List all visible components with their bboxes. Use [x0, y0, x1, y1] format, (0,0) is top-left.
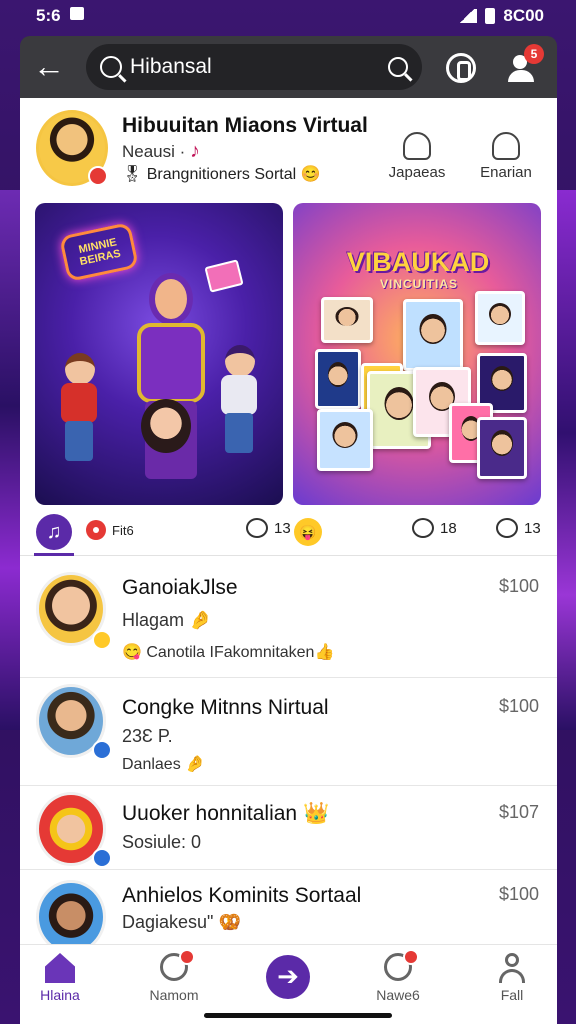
neon-sign: MINNIE BEIRAS [59, 222, 139, 282]
list-item[interactable]: Uuoker honnitalian 👑 Sosiule: 0 $107 [20, 786, 557, 870]
record-button[interactable]: Fit6 [86, 520, 134, 540]
user-icon [497, 953, 527, 983]
search-icon [100, 56, 122, 78]
create-button[interactable]: ➔ [266, 955, 310, 999]
notification-badge: 5 [524, 44, 544, 64]
battery-icon [485, 8, 496, 24]
profile-action-1[interactable]: Japaeas [382, 132, 452, 181]
profile-tagline: 🎖 Brangnitioners Sortal 😊 [122, 166, 321, 183]
arrow-right-icon: ➔ [277, 961, 299, 991]
photo-card [317, 409, 373, 471]
character-left [57, 353, 101, 463]
nav-badge [179, 949, 195, 965]
status-right: 8C00 [457, 6, 544, 26]
home-icon [45, 953, 75, 983]
list-item-title: GanoiakJlse [122, 576, 238, 599]
list-item-price: $107 [498, 802, 539, 822]
photo-card [475, 291, 525, 345]
nav-badge [403, 949, 419, 965]
list-item-title: Congke Mitnns Nirtual [122, 696, 329, 719]
character-right [217, 345, 261, 455]
status-time: 5:6 [36, 6, 61, 25]
list-item-price: $100 [498, 696, 539, 716]
bell-icon [403, 132, 431, 160]
search-value: Hibansal [130, 55, 212, 78]
bottom-nav: Hlaina Namom ➔ Nawe6 Fall [20, 944, 557, 1024]
status-right-text: 8C00 [503, 6, 544, 25]
poster-subtitle: VINCUITIAS [379, 277, 458, 291]
profile-name: Hibuuitan Miaons Virtual [122, 114, 368, 137]
comment-button[interactable]: 13 [496, 518, 541, 538]
music-note-icon: ♫ [46, 521, 62, 543]
media-card-left[interactable]: MINNIE BEIRAS [35, 203, 283, 505]
nav-profile[interactable]: Fall [472, 953, 552, 1003]
photo-card [477, 417, 527, 479]
music-tab[interactable]: ♫ [36, 514, 72, 550]
media-card-right[interactable]: VIBAUKAD VINCUITIAS [293, 203, 541, 505]
post-actions: ♫ Fit6 13 😝 18 13 [20, 510, 557, 556]
profile-subtitle: Neausi · ♪ [122, 140, 201, 162]
main-content: Hibuuitan Miaons Virtual Neausi · ♪ 🎖 Br… [20, 98, 557, 944]
active-tab-indicator [34, 553, 74, 556]
signal-icon [457, 9, 478, 23]
list-item[interactable]: GanoiakJlse Hlagam 🤌 😋 Canotila IFakomni… [20, 558, 557, 678]
list-item[interactable]: Anhielos Kominits Sortaal Dagiakesu" 🥨 $… [20, 870, 557, 944]
background-decor-right [554, 190, 576, 730]
list-item-detail: Danlaes 🤌 [122, 756, 206, 773]
nav-messages[interactable]: Nawe6 [358, 949, 438, 1003]
nav-search[interactable]: Namom [134, 949, 214, 1003]
face-bubble [141, 399, 191, 453]
status-dot [88, 166, 108, 186]
app-header: ← Hibansal 5 [20, 36, 557, 98]
background-decor-left [0, 190, 22, 730]
list-item-title: Uuoker honnitalian 👑 [122, 802, 330, 825]
list-item-price: $100 [498, 884, 539, 904]
image-notification-icon [70, 7, 84, 20]
photo-card [315, 349, 361, 409]
photo-card [321, 297, 373, 343]
mic-icon[interactable] [446, 53, 476, 83]
list-item[interactable]: Congke Mitnns Nirtual 23Ɛ P. Danlaes 🤌 $… [20, 678, 557, 786]
list-item-price: $100 [498, 576, 539, 596]
users-icon [492, 132, 520, 160]
profile-header: Hibuuitan Miaons Virtual Neausi · ♪ 🎖 Br… [36, 110, 541, 190]
comment-icon [412, 518, 434, 538]
music-note-icon: ♪ [190, 140, 201, 162]
emoji-icon[interactable]: 😝 [294, 518, 322, 546]
profile-action-2[interactable]: Enarian [471, 132, 541, 181]
nav-home[interactable]: Hlaina [20, 953, 100, 1003]
verified-badge [92, 740, 112, 760]
back-button[interactable]: ← [32, 50, 66, 84]
comment-button[interactable]: 18 [412, 518, 457, 538]
search-submit-icon[interactable] [388, 57, 408, 77]
comment-button[interactable]: 13 [246, 518, 291, 538]
avatar[interactable] [36, 880, 106, 944]
list-item-subtitle: Sosiule: 0 [122, 832, 202, 852]
list-item-subtitle: Hlagam 🤌 [122, 610, 212, 630]
search-input[interactable]: Hibansal [86, 44, 422, 90]
home-indicator [204, 1013, 392, 1018]
verified-badge [92, 848, 112, 868]
poster-title: VIBAUKAD [346, 247, 490, 277]
list-item-subtitle: 23Ɛ P. [122, 726, 173, 746]
list-item-title: Anhielos Kominits Sortaal [122, 884, 362, 907]
arrow-left-icon: ← [33, 48, 65, 84]
verified-badge [92, 630, 112, 650]
record-icon [86, 520, 106, 540]
comment-icon [246, 518, 268, 538]
photo-card [403, 299, 463, 371]
comment-icon [496, 518, 518, 538]
list-item-detail: 😋 Canotila IFakomnitaken👍 [122, 644, 335, 661]
status-bar: 5:6 8C00 [0, 0, 576, 30]
list-item-subtitle: Dagiakesu" 🥨 [122, 912, 241, 932]
